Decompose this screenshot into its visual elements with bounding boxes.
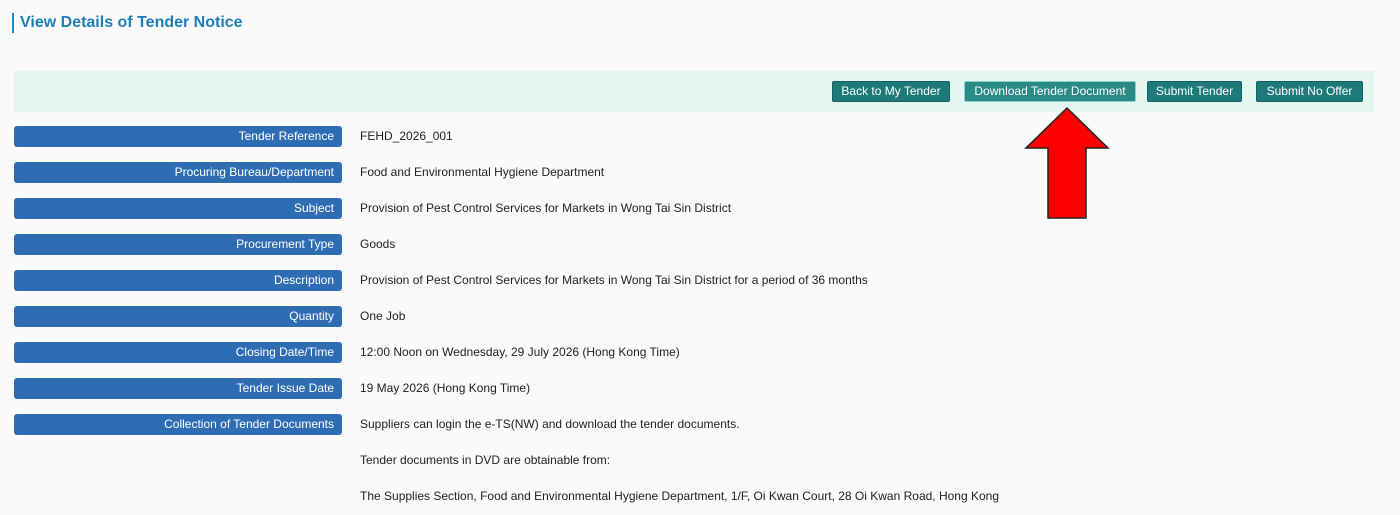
download-tender-document-button[interactable]: Download Tender Document: [964, 81, 1136, 102]
tender-reference-value: FEHD_2026_001: [360, 129, 453, 143]
collection-documents-value: Suppliers can login the e-TS(NW) and dow…: [360, 417, 740, 431]
description-label: Description: [14, 270, 342, 291]
subject-value: Provision of Pest Control Services for M…: [360, 201, 732, 215]
procurement-type-label: Procurement Type: [14, 234, 342, 255]
procurement-type-value: Goods: [360, 237, 396, 251]
collection-documents-label: Collection of Tender Documents: [14, 414, 342, 435]
submit-no-offer-button[interactable]: Submit No Offer: [1256, 81, 1363, 102]
page-title: View Details of Tender Notice: [12, 13, 243, 33]
collection-dvd-text: Tender documents in DVD are obtainable f…: [360, 453, 611, 467]
quantity-value: One Job: [360, 309, 406, 323]
back-to-my-tender-button[interactable]: Back to My Tender: [832, 81, 950, 102]
action-toolbar: Back to My Tender Download Tender Docume…: [14, 71, 1374, 112]
tender-issue-date-value: 19 May 2026 (Hong Kong Time): [360, 381, 531, 395]
subject-label: Subject: [14, 198, 342, 219]
collection-address-text: The Supplies Section, Food and Environme…: [360, 489, 1000, 503]
quantity-label: Quantity: [14, 306, 342, 327]
red-up-arrow-icon: [1024, 106, 1110, 219]
closing-date-value: 12:00 Noon on Wednesday, 29 July 2026 (H…: [360, 345, 680, 359]
procuring-department-value: Food and Environmental Hygiene Departmen…: [360, 165, 605, 179]
tender-issue-date-label: Tender Issue Date: [14, 378, 342, 399]
procuring-department-label: Procuring Bureau/Department: [14, 162, 342, 183]
tender-reference-label: Tender Reference: [14, 126, 342, 147]
submit-tender-button[interactable]: Submit Tender: [1147, 81, 1242, 102]
description-value: Provision of Pest Control Services for M…: [360, 273, 868, 287]
closing-date-label: Closing Date/Time: [14, 342, 342, 363]
